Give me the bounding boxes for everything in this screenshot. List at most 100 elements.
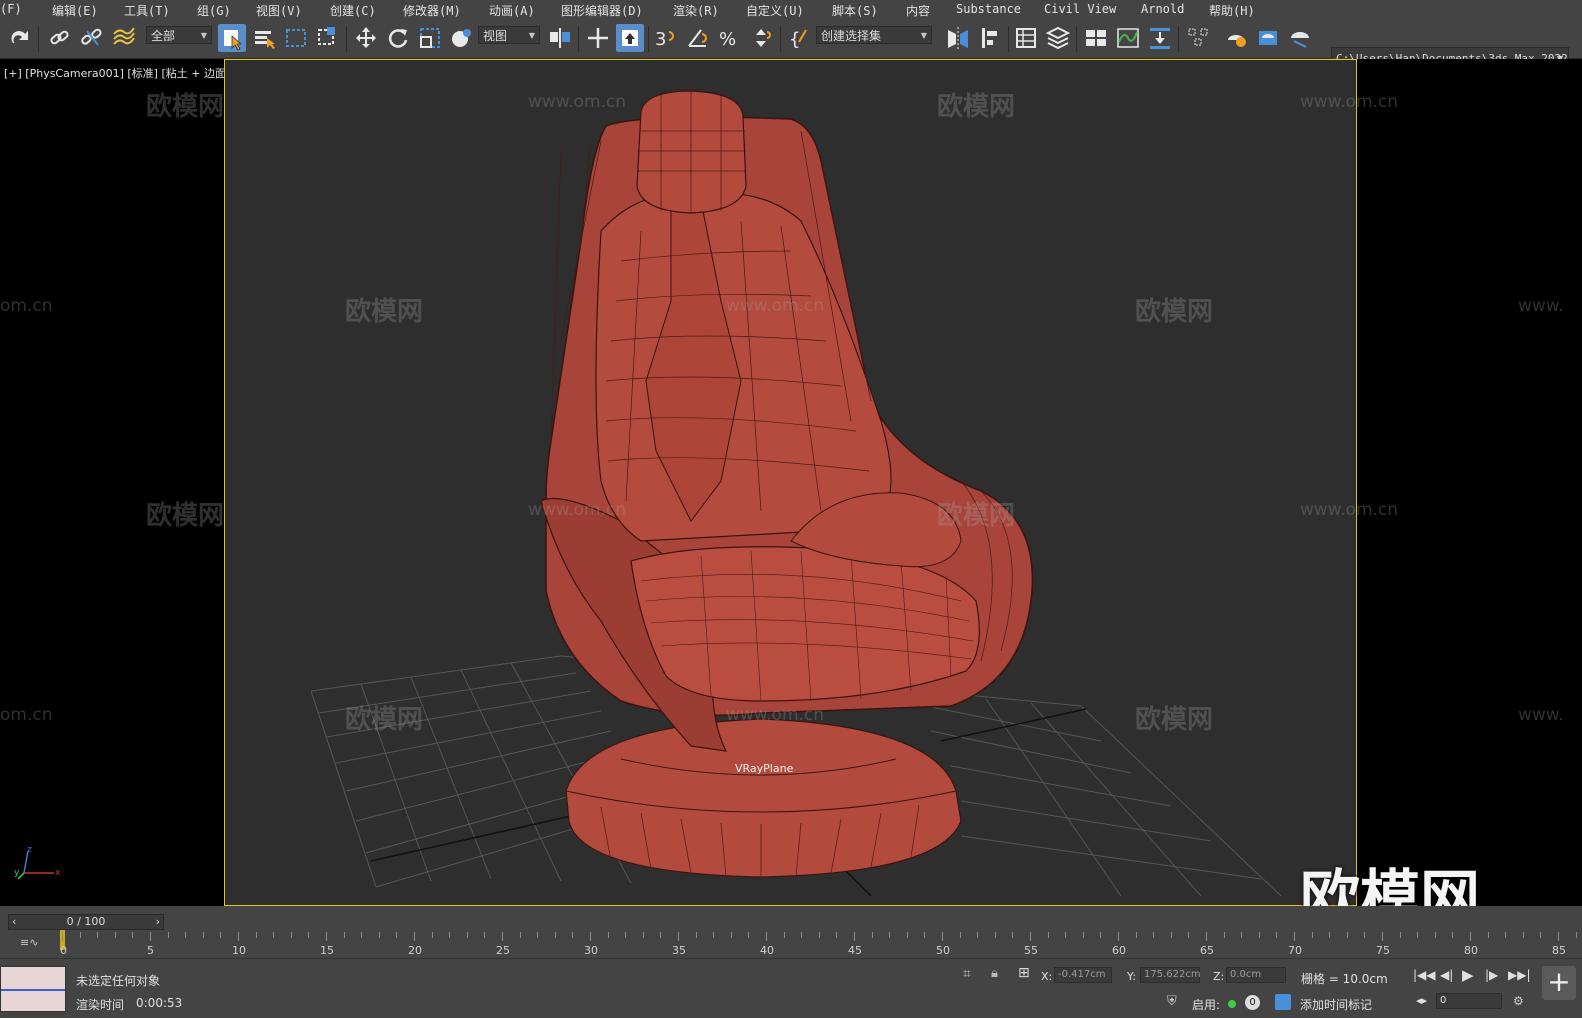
menu-content[interactable]: 内容 <box>906 2 930 19</box>
rotate-icon[interactable] <box>384 24 412 52</box>
rendered-frame-window-icon[interactable] <box>1254 24 1282 52</box>
maxscript-listener-mini[interactable] <box>0 966 66 1012</box>
layer-explorer-icon[interactable] <box>1044 24 1072 52</box>
menu-edit[interactable]: 编辑(E) <box>52 2 98 19</box>
rectangular-selection-icon[interactable] <box>282 24 310 52</box>
named-selection-set-dropdown[interactable]: 创建选择集 ▼ <box>816 26 932 44</box>
ruler-tick <box>537 932 539 938</box>
ruler-tick <box>273 932 275 938</box>
menu-graph-editors[interactable]: 图形编辑器(D) <box>561 2 643 19</box>
window-crossing-icon[interactable] <box>314 24 342 52</box>
watermark-url: www.om.cn <box>528 500 627 520</box>
select-by-name-icon[interactable] <box>250 24 278 52</box>
ruler-tick <box>554 932 556 938</box>
select-and-link-icon[interactable] <box>46 24 74 52</box>
schematic-view-icon[interactable] <box>1146 24 1174 52</box>
ruler-label: 25 <box>496 944 510 957</box>
ruler-tick <box>290 932 292 938</box>
edit-named-selection-icon[interactable]: { <box>786 24 814 52</box>
x-coordinate-field[interactable]: -0.417cm <box>1054 967 1112 983</box>
toggle-ribbon-icon[interactable] <box>1082 24 1110 52</box>
next-frame-icon[interactable]: |▶ <box>1485 968 1498 982</box>
ruler-tick <box>326 932 327 941</box>
z-coordinate-field[interactable]: 0.0cm <box>1226 967 1286 983</box>
material-editor-icon[interactable] <box>1184 24 1212 52</box>
align-icon[interactable] <box>976 24 1004 52</box>
angle-snap-icon[interactable] <box>684 24 712 52</box>
snaps-toggle-icon[interactable]: 3 <box>652 24 680 52</box>
menu-arnold[interactable]: Arnold <box>1141 2 1184 16</box>
left-panel <box>0 59 224 906</box>
play-icon[interactable]: ▶ <box>1462 966 1474 984</box>
ruler-tick <box>1082 932 1084 938</box>
lock-selection-icon[interactable]: 🔒︎ <box>991 966 998 981</box>
place-icon[interactable] <box>448 24 476 52</box>
ruler-tick <box>1558 932 1559 941</box>
scale-icon[interactable] <box>416 24 444 52</box>
go-to-start-icon[interactable]: |◀◀ <box>1413 968 1436 982</box>
render-production-icon[interactable] <box>1286 24 1314 52</box>
spinner-snap-icon[interactable] <box>748 24 776 52</box>
enable-count-badge[interactable]: 0 <box>1245 995 1260 1010</box>
time-configuration-icon[interactable]: ⚙ <box>1513 994 1524 1008</box>
z-label: Z: <box>1213 970 1225 983</box>
redo-icon[interactable] <box>6 24 34 52</box>
create-panel-plus-button[interactable]: + <box>1542 966 1576 1000</box>
watermark: 欧模网 <box>146 501 225 531</box>
y-coordinate-field[interactable]: 175.622cm <box>1140 967 1201 983</box>
menu-views[interactable]: 视图(V) <box>256 2 302 19</box>
svg-text:%: % <box>719 29 736 50</box>
menu-group[interactable]: 组(G) <box>197 2 231 19</box>
reference-coordinate-dropdown[interactable]: 视图 ▼ <box>478 26 540 44</box>
current-frame-field[interactable]: 0 <box>1436 993 1502 1009</box>
curve-editor-icon[interactable] <box>1114 24 1142 52</box>
next-frame-arrow-icon[interactable]: › <box>156 915 160 929</box>
time-tag-icon[interactable] <box>1275 994 1291 1010</box>
isolate-selection-icon[interactable]: ⌗ <box>963 966 971 982</box>
menu-help[interactable]: 帮助(H) <box>1209 2 1255 19</box>
prev-frame-arrow-icon[interactable]: ‹ <box>12 915 16 929</box>
ruler-tick <box>150 932 151 941</box>
perspective-viewport[interactable] <box>224 59 1357 906</box>
select-manipulate-icon[interactable] <box>584 24 612 52</box>
menu-civil-view[interactable]: Civil View <box>1044 2 1116 16</box>
time-slider[interactable]: ‹ 0 / 100 › <box>8 914 164 930</box>
move-icon[interactable] <box>352 24 380 52</box>
menu-create[interactable]: 创建(C) <box>330 2 376 19</box>
menu-modifiers[interactable]: 修改器(M) <box>403 2 461 19</box>
selection-filter-dropdown[interactable]: 全部 ▼ <box>146 26 212 44</box>
object-name-label: VRayPlane <box>735 762 794 775</box>
menu-customize[interactable]: 自定义(U) <box>746 2 804 19</box>
add-time-tag[interactable]: 添加时间标记 <box>1300 996 1372 1013</box>
x-label: X: <box>1041 970 1053 983</box>
scene-explorer-icon[interactable] <box>1012 24 1040 52</box>
curve-editor-mini-icon[interactable]: ≡∿ <box>20 936 38 949</box>
ruler-tick <box>836 932 838 938</box>
bind-to-space-warp-icon[interactable] <box>110 24 138 52</box>
ruler-tick <box>730 932 732 938</box>
time-ruler[interactable]: 0 5 10 15 20 25 30 35 40 45 50 55 60 65 … <box>60 930 1577 957</box>
watermark-url: om.cn <box>0 296 53 316</box>
menu-substance[interactable]: Substance <box>956 2 1021 16</box>
select-object-icon[interactable] <box>218 24 246 52</box>
viewport-label[interactable]: [+] [PhysCamera001] [标准] [粘土 + 边面] <box>4 65 230 81</box>
ruler-tick <box>1012 932 1014 938</box>
ruler-tick <box>924 932 926 938</box>
absolute-mode-icon[interactable]: ⊞ <box>1018 965 1030 981</box>
keyboard-shortcut-override-icon[interactable] <box>616 24 644 52</box>
adaptive-degradation-icon[interactable]: ⛨ <box>1167 994 1177 1009</box>
ruler-tick <box>378 932 380 938</box>
key-mode-icon[interactable]: ◂▸ <box>1416 994 1427 1007</box>
percent-snap-icon[interactable]: % <box>716 24 744 52</box>
pivot-center-icon[interactable] <box>546 24 574 52</box>
menu-file[interactable]: (F) <box>0 2 22 16</box>
render-setup-icon[interactable] <box>1222 24 1250 52</box>
menu-rendering[interactable]: 渲染(R) <box>673 2 719 19</box>
unlink-selection-icon[interactable] <box>78 24 106 52</box>
menu-scripting[interactable]: 脚本(S) <box>832 2 878 19</box>
previous-frame-icon[interactable]: ◀| <box>1440 968 1453 982</box>
menu-tools[interactable]: 工具(T) <box>124 2 170 19</box>
menu-animation[interactable]: 动画(A) <box>489 2 535 19</box>
go-to-end-icon[interactable]: ▶▶| <box>1508 968 1531 982</box>
mirror-icon[interactable] <box>944 24 972 52</box>
